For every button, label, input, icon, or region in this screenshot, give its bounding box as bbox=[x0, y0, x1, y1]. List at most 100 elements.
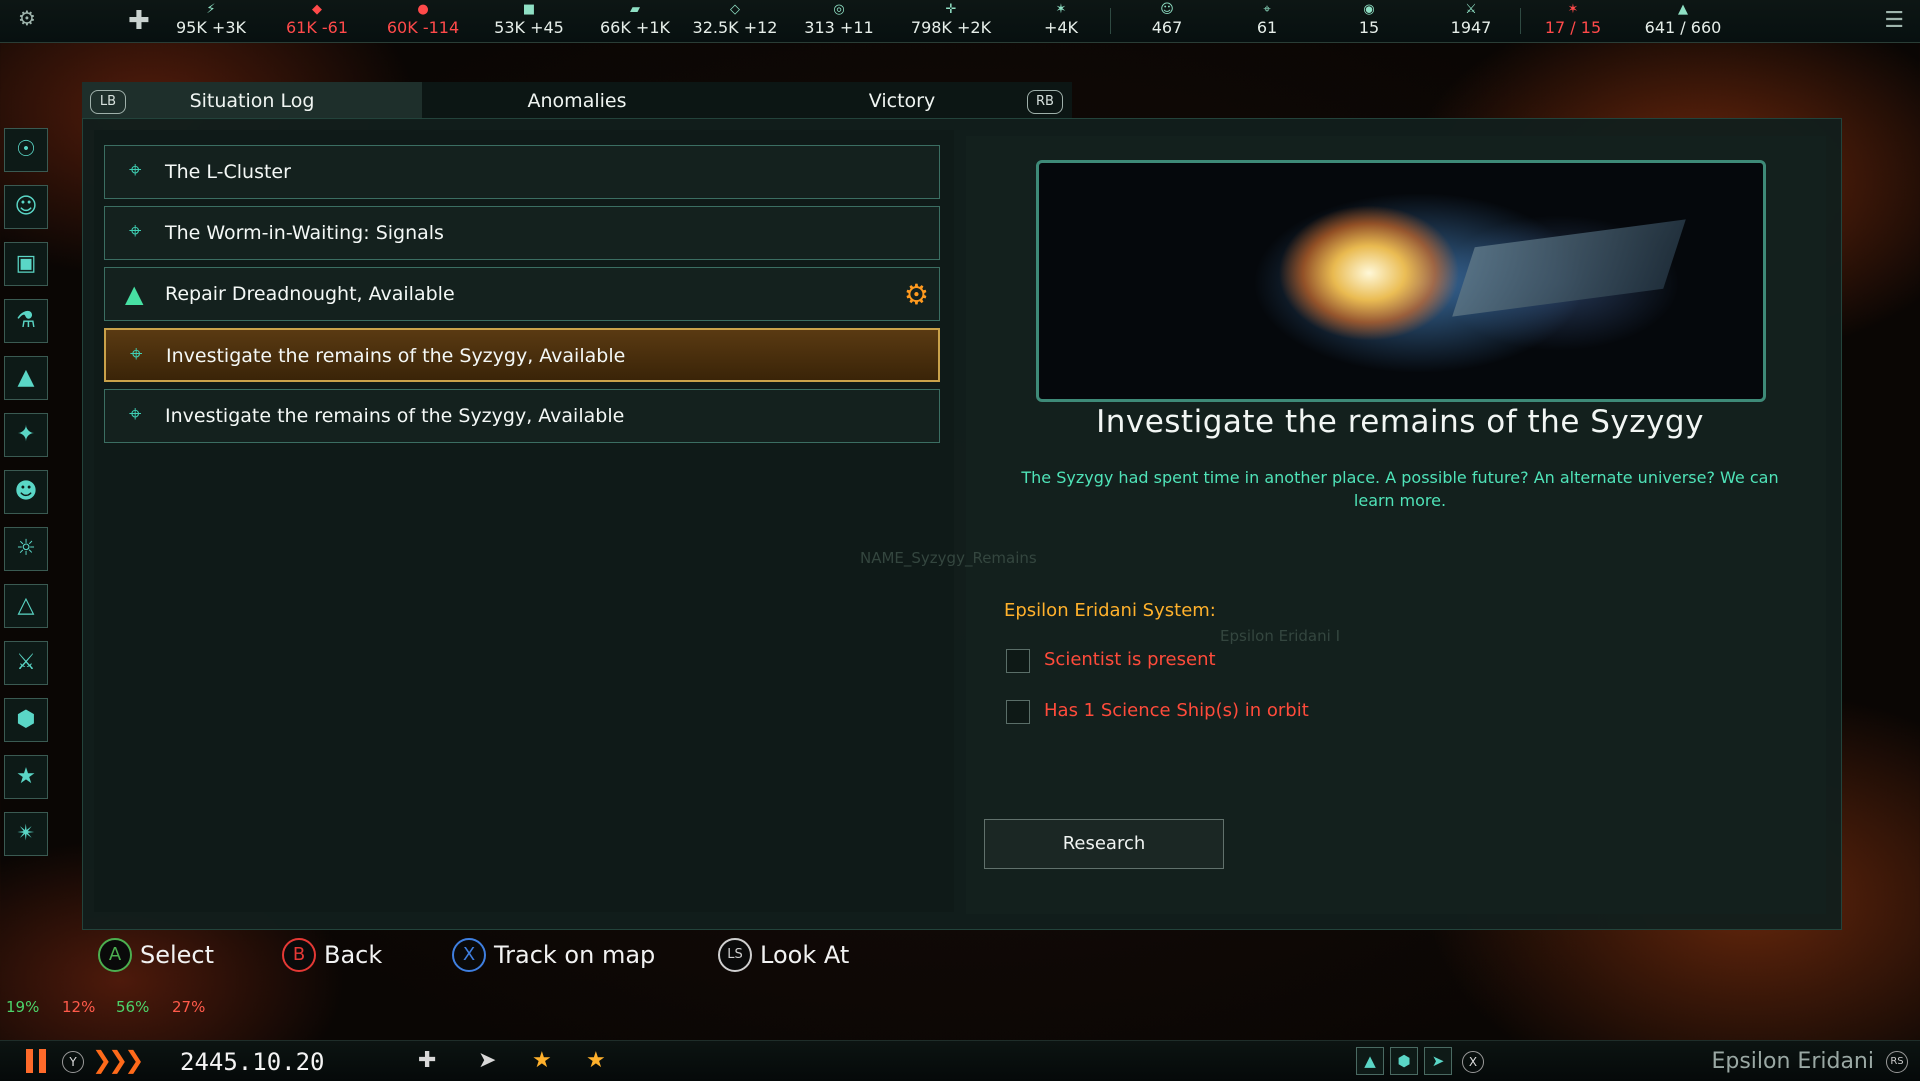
fleet-power-icon: ⚔ bbox=[1465, 2, 1477, 17]
list-item[interactable]: ⌖ The Worm-in-Waiting: Signals bbox=[104, 206, 940, 260]
resource-value: +4K bbox=[1043, 18, 1079, 37]
x-button-icon: X bbox=[1462, 1051, 1484, 1073]
list-item[interactable]: ▲ Repair Dreadnought, Available ⚙ bbox=[104, 267, 940, 321]
ships-icon[interactable]: ▲ bbox=[4, 356, 48, 400]
tab-label: Anomalies bbox=[527, 90, 627, 112]
tab-victory[interactable]: Victory bbox=[732, 82, 1072, 120]
resource-fleet-power[interactable]: ⚔ 1947 bbox=[1416, 2, 1526, 38]
pops-icon: ☺ bbox=[1160, 2, 1174, 17]
condition-text: Has 1 Science Ship(s) in orbit bbox=[1044, 700, 1309, 721]
list-item-label: The L-Cluster bbox=[165, 161, 291, 183]
y-button-icon: Y bbox=[62, 1051, 84, 1073]
starbases-icon: ✶ bbox=[1567, 2, 1579, 17]
planets-icon: ⌖ bbox=[1263, 2, 1271, 17]
diplomacy-icon[interactable]: ✦ bbox=[4, 413, 48, 457]
situations-icon[interactable]: ✴ bbox=[4, 812, 48, 856]
location-pin-icon: ⌖ bbox=[129, 219, 142, 244]
list-item-selected[interactable]: ⌖ Investigate the remains of the Syzygy,… bbox=[104, 328, 940, 382]
event-illustration bbox=[1036, 160, 1766, 402]
dpad-icon: ✚ bbox=[128, 6, 150, 36]
pause-icon[interactable] bbox=[26, 1049, 48, 1073]
resource-unity[interactable]: ◎ 313 +11 bbox=[784, 2, 894, 38]
fleet-icon[interactable]: ➤ bbox=[478, 1048, 496, 1073]
research-button[interactable]: Research bbox=[984, 819, 1224, 869]
left-sidebar: ☉ ☺ ▣ ⚗ ▲ ✦ ☻ ☼ △ ⚔ ⬢ ★ ✴ bbox=[4, 128, 52, 869]
map-mode-icon[interactable]: ⬢ bbox=[1390, 1047, 1418, 1075]
naval-capacity-icon: ▲ bbox=[1678, 2, 1688, 17]
list-item-label: Investigate the remains of the Syzygy, A… bbox=[165, 405, 625, 427]
menu-icon[interactable]: ☰ bbox=[1884, 8, 1904, 33]
detail-description: The Syzygy had spent time in another pla… bbox=[1021, 468, 1779, 510]
resource-systems[interactable]: ◉ 15 bbox=[1314, 2, 1424, 38]
tab-situation-log[interactable]: Situation Log bbox=[82, 82, 422, 120]
speed-arrows-icon[interactable]: ❯❯❯ bbox=[92, 1046, 144, 1074]
tab-label: Victory bbox=[868, 90, 936, 112]
consumer-goods-icon: ▰ bbox=[630, 2, 640, 17]
resource-food[interactable]: ● 60K -114 bbox=[368, 2, 478, 38]
unity-icon: ◎ bbox=[833, 2, 845, 17]
policies-icon[interactable]: ⬢ bbox=[4, 698, 48, 742]
x-button-icon: X bbox=[452, 938, 486, 972]
condition-checkbox bbox=[1006, 700, 1030, 724]
hint-label: Track on map bbox=[494, 941, 656, 969]
detail-title: Investigate the remains of the Syzygy bbox=[1096, 404, 1704, 440]
map-mode-icon[interactable]: ➤ bbox=[1424, 1047, 1452, 1075]
resource-value: 1947 bbox=[1450, 18, 1492, 37]
resource-pops[interactable]: ☺ 467 bbox=[1112, 2, 1222, 38]
resource-minerals[interactable]: ◆ 61K -61 bbox=[262, 2, 372, 38]
gear-icon: ⚙ bbox=[903, 278, 929, 311]
tab-anomalies[interactable]: Anomalies bbox=[422, 82, 732, 120]
resource-value: 95K +3K bbox=[175, 18, 246, 37]
resource-research[interactable]: ✛ 798K +2K bbox=[896, 2, 1006, 38]
resource-strategic[interactable]: ✶ +4K bbox=[1006, 2, 1116, 38]
resource-value: 15 bbox=[1358, 18, 1380, 37]
resource-consumer-goods[interactable]: ▰ 66K +1K bbox=[580, 2, 690, 38]
location-pin-icon: ⌖ bbox=[130, 342, 143, 367]
resource-naval-capacity[interactable]: ▲ 641 / 660 bbox=[1628, 2, 1738, 38]
resource-starbases[interactable]: ✶ 17 / 15 bbox=[1518, 2, 1628, 38]
resource-value: 313 +11 bbox=[804, 18, 874, 37]
tab-bar: Situation Log Anomalies Victory LB RB bbox=[82, 82, 1072, 120]
bottom-bar: Y ❯❯❯ 2445.10.20 ✚ ➤ ★ ★ ▲ ⬢ ➤ X Epsilon… bbox=[0, 1040, 1920, 1081]
list-item[interactable]: ⌖ Investigate the remains of the Syzygy,… bbox=[104, 389, 940, 443]
resource-energy[interactable]: ⚡ 95K +3K bbox=[156, 2, 266, 38]
promote-icon[interactable]: ★ bbox=[586, 1048, 606, 1073]
empire-icon[interactable]: ☉ bbox=[4, 128, 48, 172]
federation-icon[interactable]: △ bbox=[4, 584, 48, 628]
resource-value: 798K +2K bbox=[910, 18, 992, 37]
dpad-icon: ✚ bbox=[418, 1048, 437, 1073]
war-percent: 12% bbox=[62, 998, 96, 1016]
resource-influence[interactable]: ◇ 32.5K +12 bbox=[680, 2, 790, 38]
resource-value: 61K -61 bbox=[285, 18, 349, 37]
condition-checkbox bbox=[1006, 649, 1030, 673]
resource-alloys[interactable]: ■ 53K +45 bbox=[474, 2, 584, 38]
hint-label: Select bbox=[140, 941, 215, 969]
war-percent: 27% bbox=[172, 998, 206, 1016]
b-button-icon: B bbox=[282, 938, 316, 972]
resource-value: 53K +45 bbox=[494, 18, 564, 37]
research-icon[interactable]: ⚗ bbox=[4, 299, 48, 343]
lb-button-icon[interactable]: LB bbox=[90, 90, 126, 114]
food-icon: ● bbox=[417, 2, 429, 17]
map-mode-icon[interactable]: ▲ bbox=[1356, 1047, 1384, 1075]
leader-icon[interactable]: ☺ bbox=[4, 185, 48, 229]
planets-icon[interactable]: ▣ bbox=[4, 242, 48, 286]
tab-label: Situation Log bbox=[189, 90, 315, 112]
contacts-icon[interactable]: ⚙ bbox=[18, 6, 36, 30]
warning-triangle-icon: ▲ bbox=[125, 280, 144, 308]
resource-value: 32.5K +12 bbox=[692, 18, 778, 37]
rb-button-icon[interactable]: RB bbox=[1027, 90, 1063, 114]
location-label: Epsilon Eridani bbox=[1711, 1049, 1874, 1074]
divider bbox=[1110, 8, 1111, 34]
military-icon[interactable]: ⚔ bbox=[4, 641, 48, 685]
resource-value: 467 bbox=[1151, 18, 1183, 37]
traditions-icon[interactable]: ★ bbox=[4, 755, 48, 799]
strategic-icon: ✶ bbox=[1055, 2, 1067, 17]
promote-icon[interactable]: ★ bbox=[532, 1048, 552, 1073]
list-item[interactable]: ⌖ The L-Cluster bbox=[104, 145, 940, 199]
energy-icon: ⚡ bbox=[206, 2, 216, 17]
population-icon[interactable]: ☼ bbox=[4, 527, 48, 571]
a-button-icon: A bbox=[98, 938, 132, 972]
resource-planets[interactable]: ⌖ 61 bbox=[1212, 2, 1322, 38]
species-icon[interactable]: ☻ bbox=[4, 470, 48, 514]
